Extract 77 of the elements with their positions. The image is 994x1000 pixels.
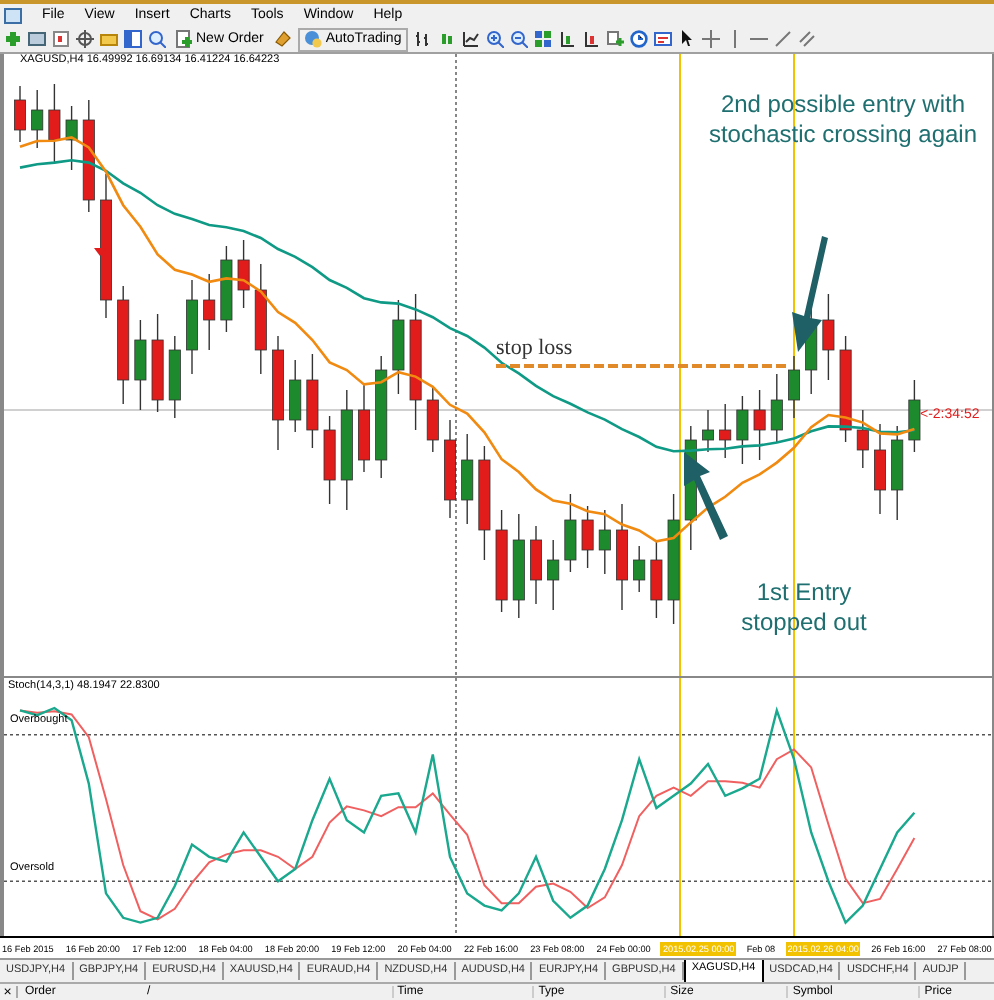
candlestick xyxy=(753,389,766,461)
candlestick xyxy=(461,433,474,525)
bar-chart-icon[interactable] xyxy=(413,30,432,48)
candlestick xyxy=(581,505,594,569)
candlestick xyxy=(856,409,869,469)
candlestick xyxy=(598,509,611,575)
zoom-in-icon[interactable] xyxy=(485,30,504,48)
panel-icon[interactable] xyxy=(124,30,142,48)
candlestick xyxy=(891,425,904,521)
crosshair-icon[interactable] xyxy=(701,30,720,48)
line-chart-icon[interactable] xyxy=(461,30,480,48)
candlestick xyxy=(306,353,319,449)
candlestick xyxy=(392,299,405,395)
zoom-out-icon[interactable] xyxy=(509,30,528,48)
candlestick xyxy=(908,379,921,453)
candlestick xyxy=(65,105,78,171)
candlestick xyxy=(203,273,216,351)
candlestick xyxy=(719,403,732,459)
arrow xyxy=(684,452,728,540)
candlestick xyxy=(220,245,233,333)
plus-icon[interactable] xyxy=(4,30,22,48)
arrow xyxy=(792,236,828,352)
document-plus-icon xyxy=(176,30,192,48)
candlestick xyxy=(168,335,181,419)
candlestick xyxy=(839,335,852,443)
circle-icon xyxy=(303,30,322,48)
candlestick xyxy=(31,89,44,149)
chart-icon[interactable] xyxy=(52,30,70,48)
candlestick xyxy=(237,239,250,309)
hand-icon[interactable] xyxy=(273,30,292,48)
candlestick xyxy=(770,373,783,443)
candlestick xyxy=(375,355,388,479)
candlestick xyxy=(547,539,560,611)
stop-loss-label: stop loss xyxy=(496,338,573,360)
candlestick xyxy=(667,493,680,625)
candlestick xyxy=(874,423,886,515)
clock-icon[interactable] xyxy=(629,30,648,48)
candlestick xyxy=(616,503,628,611)
candlestick xyxy=(117,285,130,405)
candlestick xyxy=(495,509,508,613)
candlestick xyxy=(134,319,147,411)
folder-icon[interactable] xyxy=(100,30,118,48)
indicator-icon[interactable] xyxy=(605,30,624,48)
candlestick xyxy=(82,99,95,213)
crosshair-icon[interactable] xyxy=(76,30,94,48)
magnifier-icon[interactable] xyxy=(148,30,166,48)
candlestick xyxy=(736,395,749,465)
candlestick xyxy=(289,359,302,433)
candlestick xyxy=(48,83,61,165)
candlestick xyxy=(788,355,800,419)
candlestick xyxy=(633,545,646,593)
candlestick xyxy=(650,539,663,619)
candlestick xyxy=(409,293,422,431)
cursor-icon[interactable] xyxy=(677,30,696,48)
candlestick xyxy=(702,409,714,453)
candlestick xyxy=(272,335,284,451)
template-icon[interactable] xyxy=(653,30,672,48)
candlestick xyxy=(512,513,525,619)
candlestick xyxy=(564,493,577,573)
candlestick xyxy=(323,415,336,505)
grid-icon[interactable] xyxy=(533,30,552,48)
candlestick xyxy=(530,525,542,605)
candlestick xyxy=(186,279,198,375)
candlestick xyxy=(478,445,491,561)
channel-icon[interactable] xyxy=(797,30,816,48)
arrow-icon xyxy=(94,248,106,256)
candlestick xyxy=(14,85,26,143)
shift-chart-icon[interactable] xyxy=(557,30,576,48)
autoscroll-icon[interactable] xyxy=(581,30,600,48)
candlestick xyxy=(822,293,835,381)
trendline-icon[interactable] xyxy=(773,30,792,48)
candlestick xyxy=(426,385,439,453)
candlestick xyxy=(151,313,164,413)
candlestick xyxy=(254,263,267,375)
candlestick xyxy=(340,389,353,511)
candlestick xyxy=(444,419,456,519)
candlestick xyxy=(358,383,370,473)
